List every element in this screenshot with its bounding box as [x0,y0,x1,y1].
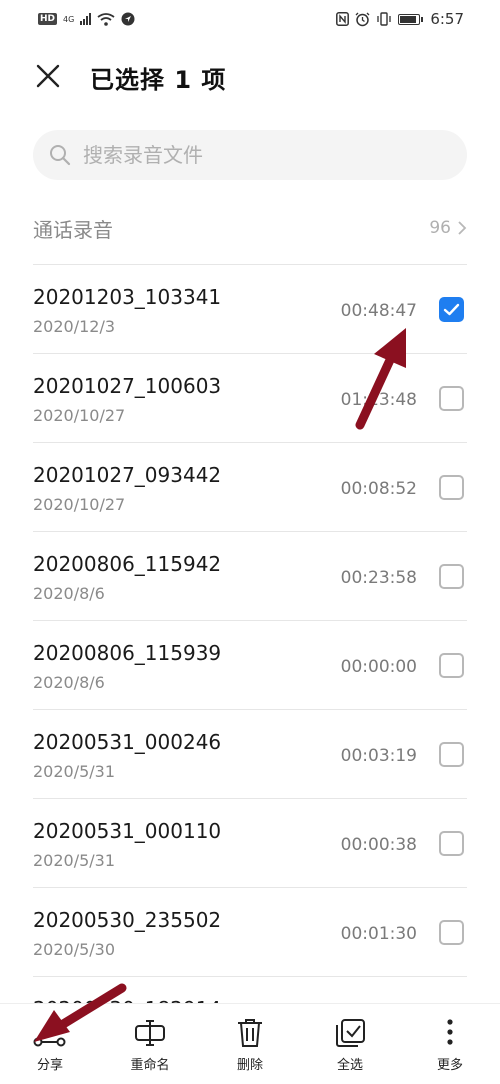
section-title: 通话录音 [33,217,113,242]
list-item[interactable]: 20200531_000246 2020/5/31 00:03:19 [33,709,467,798]
recording-name: 20200531_000110 [33,819,222,843]
page-title: 已选择 1 项 [90,66,227,94]
hd-badge: HD [38,13,58,25]
recording-date: 2020/5/31 [33,762,116,781]
more-vertical-icon [447,1019,453,1045]
signal-icon [80,13,92,25]
list-item[interactable]: 20201027_100603 2020/10/27 01:13:48 [33,353,467,442]
chevron-right-icon [458,221,467,235]
alarm-icon [355,12,370,26]
search-icon [50,145,71,166]
recording-name: 20200531_000246 [33,730,222,754]
recording-date: 2020/10/27 [33,495,126,514]
checkbox[interactable] [439,920,464,945]
recording-duration: 00:01:30 [340,924,417,944]
status-time: 6:57 [430,10,464,28]
rename-label: 重命名 [130,1058,170,1073]
header: 已选择 1 项 [0,52,500,100]
recordings-list: 20201203_103341 2020/12/3 00:48:47 20201… [33,264,467,1065]
select-all-label: 全选 [336,1058,363,1073]
recording-name: 20200806_115939 [33,641,222,665]
checkbox[interactable] [439,831,464,856]
share-label: 分享 [36,1058,63,1073]
recording-date: 2020/8/6 [33,673,105,692]
status-right: 6:57 [336,10,464,28]
share-icon [33,1018,66,1047]
status-left: HD 4G [38,12,135,26]
search-bar[interactable] [33,130,467,180]
list-item[interactable]: 20200806_115942 2020/8/6 00:23:58 [33,531,467,620]
recording-duration: 01:13:48 [340,390,417,410]
delete-label: 删除 [236,1058,263,1073]
wifi-icon [97,12,115,26]
recording-date: 2020/5/31 [33,851,116,870]
recording-duration: 00:00:00 [340,657,417,677]
search-input[interactable] [81,142,445,168]
checkmark-icon [443,303,460,316]
recording-duration: 00:03:19 [340,746,417,766]
list-item[interactable]: 20200806_115939 2020/8/6 00:00:00 [33,620,467,709]
recording-date: 2020/12/3 [33,317,116,336]
checkbox[interactable] [439,564,464,589]
rename-icon [135,1020,165,1046]
share-button[interactable]: 分享 [5,1018,95,1073]
nfc-icon [336,12,350,26]
checkbox[interactable] [439,475,464,500]
delete-button[interactable]: 删除 [205,1018,295,1073]
section-call-recordings[interactable]: 通话录音 96 [33,208,467,248]
battery-icon [398,13,424,25]
list-item[interactable]: 20201203_103341 2020/12/3 00:48:47 [33,264,467,353]
recording-duration: 00:08:52 [340,479,417,499]
close-button[interactable] [32,60,64,92]
trash-icon [238,1019,262,1047]
recording-name: 20201027_100603 [33,374,222,398]
checkbox[interactable] [439,742,464,767]
list-item[interactable]: 20201027_093442 2020/10/27 00:08:52 [33,442,467,531]
recording-duration: 00:48:47 [340,301,417,321]
list-item[interactable]: 20200531_000110 2020/5/31 00:00:38 [33,798,467,887]
select-all-icon [336,1019,365,1047]
more-button[interactable]: 更多 [405,1018,495,1073]
list-item[interactable]: 20200530_235502 2020/5/30 00:01:30 [33,887,467,976]
recording-name: 20201027_093442 [33,463,222,487]
section-count: 96 [429,218,467,238]
more-label: 更多 [436,1058,463,1073]
rename-button[interactable]: 重命名 [105,1018,195,1073]
location-icon [121,12,135,26]
status-bar: HD 4G 6:57 [0,0,500,38]
bottom-action-bar: 分享 重命名 删除 全选 更多 [0,1004,500,1084]
recording-duration: 00:00:38 [340,835,417,855]
checkbox[interactable] [439,653,464,678]
recording-date: 2020/10/27 [33,406,126,425]
select-all-button[interactable]: 全选 [305,1018,395,1073]
recording-date: 2020/5/30 [33,940,116,959]
recording-duration: 00:23:58 [340,568,417,588]
checkbox[interactable] [439,386,464,411]
recording-name: 20201203_103341 [33,285,222,309]
recording-name: 20200806_115942 [33,552,222,576]
network-type: 4G [63,14,75,24]
vibrate-icon [377,12,391,26]
checkbox[interactable] [439,297,464,322]
close-icon [36,64,60,88]
recording-name: 20200530_235502 [33,908,222,932]
recording-count: 96 [429,218,451,238]
recording-date: 2020/8/6 [33,584,105,603]
